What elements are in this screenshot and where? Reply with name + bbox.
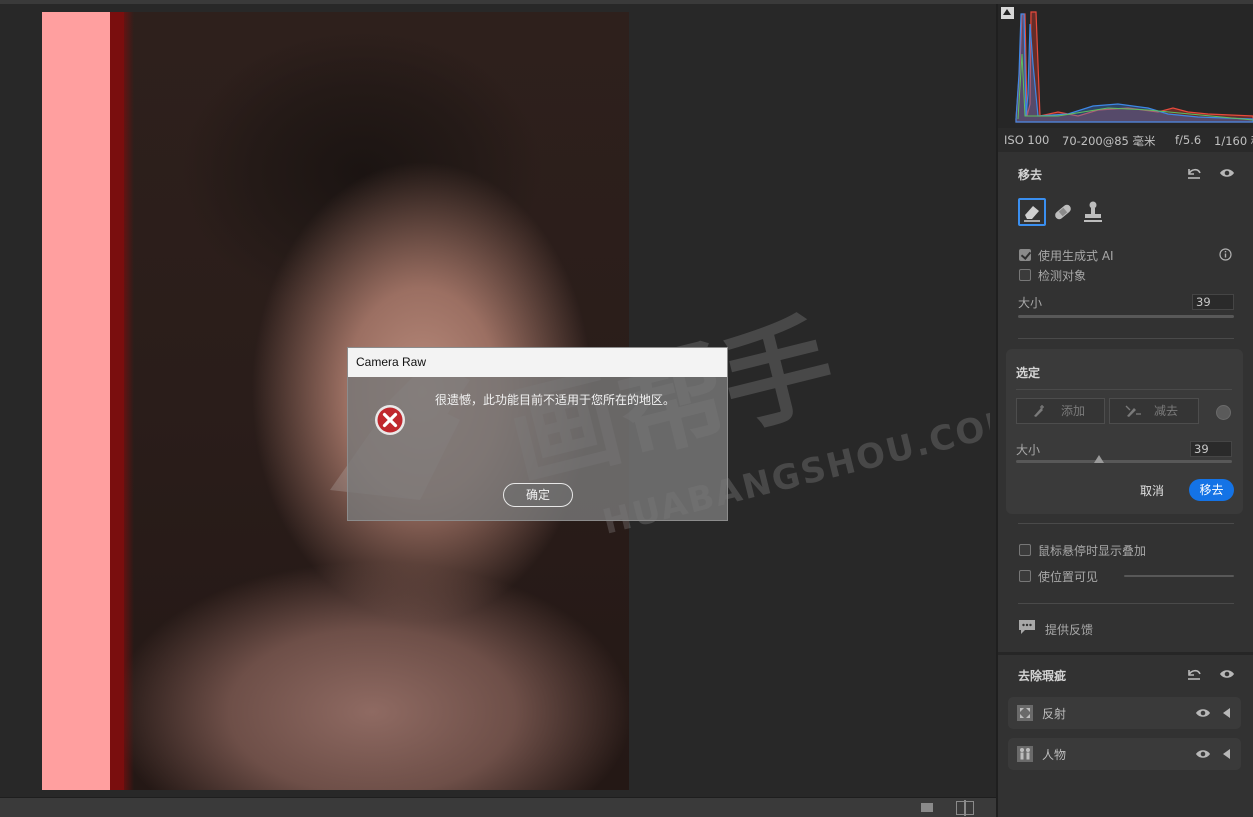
brush-add-icon: [1034, 405, 1044, 417]
use-gen-ai-label: 使用生成式 AI: [1038, 249, 1114, 263]
slider-thumb[interactable]: [1094, 455, 1104, 463]
view-mode-icon[interactable]: [921, 803, 933, 812]
right-panel: ISO 100 70-200@85 毫米 f/5.6 1/160 秒 移去 使用…: [996, 4, 1253, 817]
eraser-icon: [1024, 206, 1040, 222]
selection-size-label: 大小: [1016, 443, 1041, 457]
before-after-icon[interactable]: [956, 800, 974, 816]
cancel-button[interactable]: 取消: [1140, 482, 1164, 499]
subtract-button[interactable]: 减去: [1109, 398, 1199, 424]
section-separator: [998, 652, 1253, 655]
shadow-clipping-icon[interactable]: [1001, 7, 1014, 19]
reset-icon[interactable]: [1186, 166, 1202, 180]
brush-size-label: 大小: [1018, 296, 1043, 310]
histogram: [998, 4, 1253, 128]
visibility-eye-icon[interactable]: [1219, 167, 1235, 179]
remove-section-title: 移去: [1018, 168, 1043, 182]
detect-objects-label: 检测对象: [1038, 269, 1087, 283]
expand-arrow-icon[interactable]: [1221, 707, 1231, 719]
use-gen-ai-checkbox[interactable]: [1019, 249, 1031, 261]
bandage-icon[interactable]: [1051, 200, 1075, 224]
divider: [1018, 338, 1234, 339]
exif-info: ISO 100 70-200@85 毫米 f/5.6 1/160 秒: [998, 128, 1253, 152]
stamp-icon[interactable]: [1082, 200, 1104, 224]
distraction-section-title: 去除瑕疵: [1018, 669, 1067, 683]
ok-button[interactable]: 确定: [503, 483, 573, 507]
dialog-message: 很遗憾，此功能目前不适用于您所在的地区。: [435, 393, 676, 407]
people-row[interactable]: 人物: [1008, 738, 1241, 770]
info-icon[interactable]: [1219, 248, 1232, 261]
brush-subtract-icon: [1125, 405, 1141, 417]
mask-overlay-edge: [124, 12, 134, 790]
visibility-eye-icon[interactable]: [1219, 668, 1235, 680]
detect-objects-checkbox[interactable]: [1019, 269, 1031, 281]
reflection-row[interactable]: 反射: [1008, 697, 1241, 729]
visualize-spots-label: 使位置可见: [1038, 570, 1099, 584]
hover-overlay-label: 鼠标悬停时显示叠加: [1038, 544, 1147, 558]
reflection-label: 反射: [1042, 707, 1067, 721]
people-icon: [1017, 746, 1033, 762]
shutter-value: 1/160 秒: [1214, 134, 1253, 148]
add-label: 添加: [1061, 404, 1086, 418]
divider: [1018, 523, 1234, 524]
subtract-label: 减去: [1154, 404, 1179, 418]
selection-size-slider[interactable]: [1016, 460, 1232, 463]
overlay-color-swatch[interactable]: [1216, 405, 1231, 420]
visibility-eye-icon[interactable]: [1195, 707, 1211, 719]
reflection-icon: [1017, 705, 1033, 721]
feedback-label[interactable]: 提供反馈: [1045, 621, 1093, 638]
bottom-toolbar: [0, 797, 996, 817]
mask-overlay-pink: [42, 12, 110, 790]
divider: [1016, 389, 1232, 390]
feedback-icon[interactable]: [1018, 619, 1036, 635]
error-dialog: Camera Raw 很遗憾，此功能目前不适用于您所在的地区。 确定: [347, 347, 728, 521]
people-label: 人物: [1042, 748, 1067, 762]
visibility-eye-icon[interactable]: [1195, 748, 1211, 760]
brush-size-slider[interactable]: [1018, 315, 1234, 318]
selection-subpanel: 选定 添加 减去 大小 39 取消 移去: [1006, 349, 1243, 514]
selection-title: 选定: [1016, 366, 1041, 380]
visualize-spots-checkbox[interactable]: [1019, 570, 1031, 582]
hover-overlay-checkbox[interactable]: [1019, 544, 1031, 556]
dialog-title: Camera Raw: [348, 348, 727, 377]
remove-button[interactable]: 移去: [1189, 479, 1234, 501]
mask-overlay-red: [110, 12, 124, 790]
brush-size-input[interactable]: 39: [1192, 294, 1234, 310]
iso-value: ISO 100: [1004, 133, 1050, 147]
add-button[interactable]: 添加: [1016, 398, 1105, 424]
error-icon: [375, 405, 405, 435]
histogram-graph: [1015, 11, 1253, 123]
reset-icon[interactable]: [1186, 667, 1202, 681]
eraser-tool-button[interactable]: [1018, 198, 1046, 226]
selection-size-input[interactable]: 39: [1190, 441, 1232, 457]
divider: [1018, 603, 1234, 604]
aperture-value: f/5.6: [1175, 133, 1202, 147]
expand-arrow-icon[interactable]: [1221, 748, 1231, 760]
lens-value: 70-200@85 毫米: [1062, 134, 1156, 148]
camera-raw-window: 画帮手 HUABANGSHOU.COM Camera Raw 很遗憾，此功能目前…: [0, 0, 1253, 817]
visualize-spots-slider[interactable]: [1124, 575, 1234, 577]
